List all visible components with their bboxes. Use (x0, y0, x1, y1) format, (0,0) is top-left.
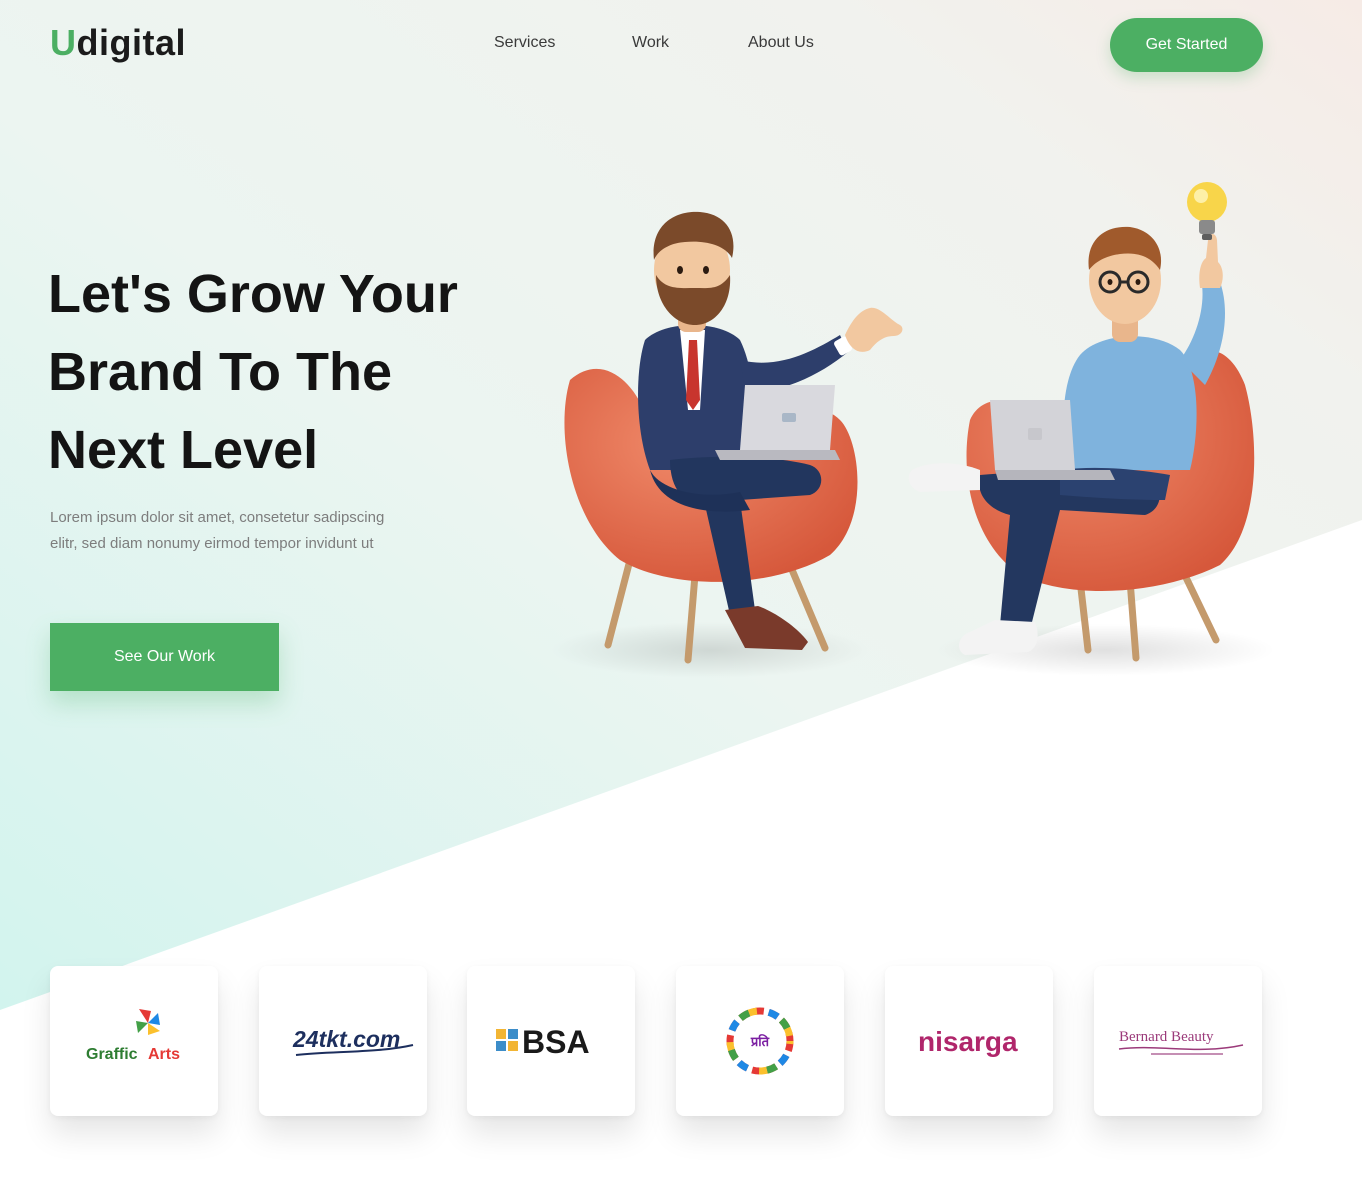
left-character (550, 211, 903, 678)
svg-text:Graffic: Graffic (86, 1046, 138, 1063)
client-logo-card[interactable]: Graffic Arts (50, 966, 218, 1116)
get-started-button[interactable]: Get Started (1110, 18, 1263, 72)
svg-text:प्रति: प्रति (750, 1034, 770, 1049)
bsa-logo: BSA (496, 1024, 590, 1060)
hero-description-line: Lorem ipsum dolor sit amet, consetetur s… (50, 509, 385, 526)
nav-menu: Services Work About Us (494, 34, 858, 52)
bernard-beauty-logo: Bernard Beauty (1118, 1029, 1244, 1055)
hero-illustration (550, 182, 1275, 678)
nisarga-logo: nisarga (918, 1026, 1018, 1057)
client-logo-card[interactable]: प्रति (676, 966, 844, 1116)
see-our-work-button[interactable]: See Our Work (50, 623, 279, 691)
logo-text: digital (76, 22, 186, 63)
circular-logo: प्रति (726, 1007, 794, 1075)
client-logo-card[interactable]: 24tkt.com (259, 966, 427, 1116)
client-logo-card[interactable]: nisarga (885, 966, 1053, 1116)
svg-text:nisarga: nisarga (918, 1026, 1018, 1057)
light-bulb-icon (1187, 182, 1227, 240)
hero-description: Lorem ipsum dolor sit amet, consetetur s… (50, 505, 500, 557)
client-logo-card[interactable]: Bernard Beauty (1094, 966, 1262, 1116)
client-logo-card[interactable]: BSA (467, 966, 635, 1116)
nav-item-services[interactable]: Services (494, 34, 632, 52)
hero-title-line: Brand To The (48, 342, 392, 402)
logo-initial: U (50, 22, 77, 63)
right-character (908, 182, 1275, 676)
svg-text:BSA: BSA (522, 1024, 590, 1060)
24tkt-logo: 24tkt.com (292, 1026, 414, 1056)
svg-text:Bernard Beauty: Bernard Beauty (1119, 1029, 1214, 1045)
nav-item-work[interactable]: Work (632, 34, 748, 52)
hero-title: Let's Grow Your Brand To The Next Level (48, 255, 568, 489)
hero-description-line: elitr, sed diam nonumy eirmod tempor inv… (50, 535, 374, 552)
top-navigation: Udigital Services Work About Us Get Star… (0, 0, 1362, 90)
svg-text:Arts: Arts (148, 1046, 180, 1063)
graffic-arts-logo: Graffic Arts (86, 1009, 180, 1063)
nav-item-about-us[interactable]: About Us (748, 34, 858, 52)
hero-title-line: Next Level (48, 420, 319, 480)
svg-text:24tkt.com: 24tkt.com (292, 1026, 400, 1052)
hero-title-line: Let's Grow Your (48, 264, 458, 324)
client-logos: Graffic Arts 24tkt.com BSA प्रति nisarga… (50, 966, 1264, 1118)
brand-logo[interactable]: Udigital (50, 22, 186, 64)
